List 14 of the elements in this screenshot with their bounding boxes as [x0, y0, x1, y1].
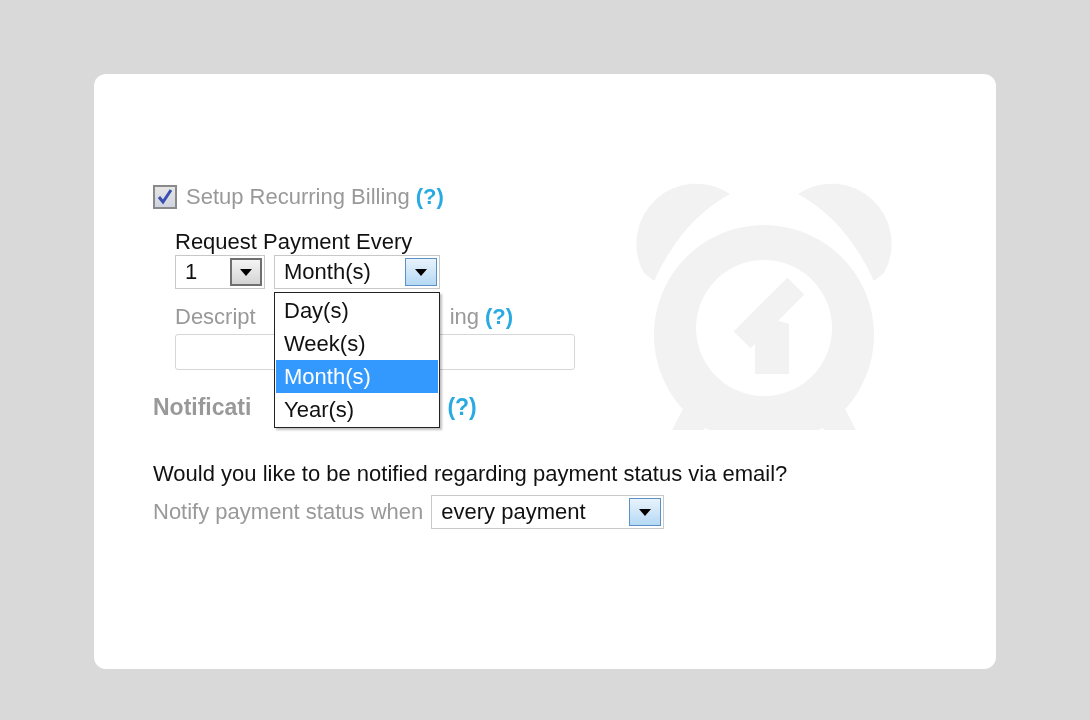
dropdown-option[interactable]: Year(s) [276, 393, 438, 426]
field-label: Request Payment Every [174, 229, 414, 255]
question-text: Would you like to be notified regarding payment status via email? [153, 461, 789, 487]
field-label: Descript [175, 304, 256, 330]
checkbox-label: Setup Recurring Billing [186, 184, 410, 210]
field-label: Notify payment status when [153, 499, 424, 525]
dropdown-option[interactable]: Week(s) [276, 327, 438, 360]
dropdown[interactable]: Month(s) [274, 255, 440, 289]
checkbox[interactable] [153, 185, 177, 209]
section-heading: Notificati [153, 394, 252, 421]
dropdown[interactable]: 1 [175, 255, 265, 289]
dropdown-option[interactable]: Day(s) [276, 294, 438, 327]
field-label: ing [449, 304, 480, 330]
dropdown[interactable]: every payment [431, 495, 665, 529]
